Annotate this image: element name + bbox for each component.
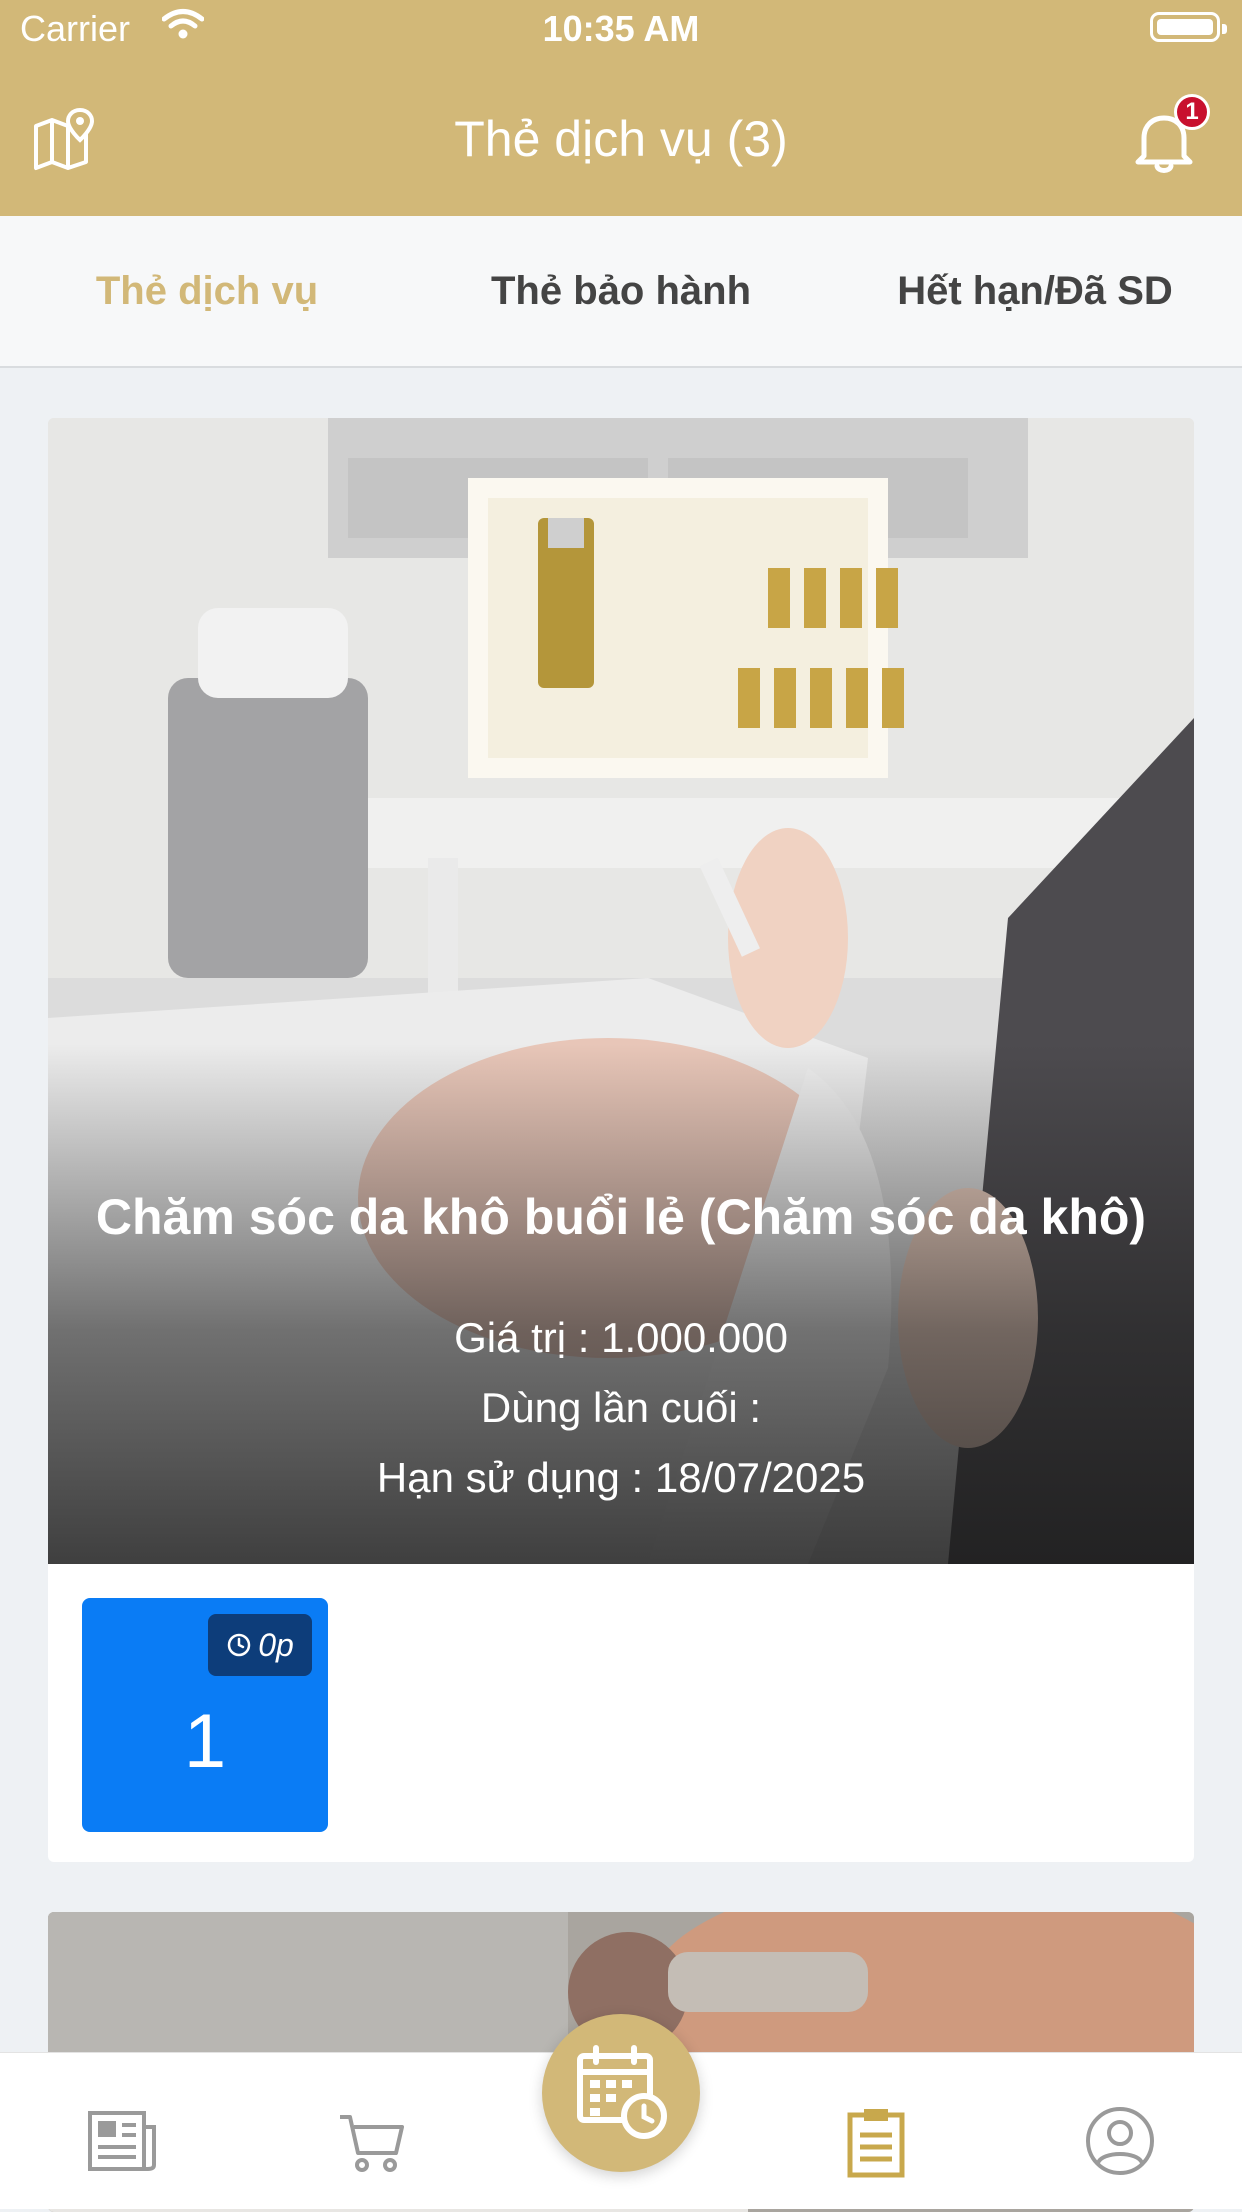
status-time: 10:35 AM [542, 8, 700, 49]
notification-badge: 1 [1174, 94, 1210, 130]
service-value: Giá trị : 1.000.000 [454, 1314, 788, 1361]
nav-news[interactable] [84, 2103, 160, 2179]
clipboard-icon [847, 2109, 905, 2178]
session-tile[interactable]: 0p 1 [82, 1598, 328, 1832]
nav-profile[interactable] [1082, 2103, 1158, 2179]
cart-icon [340, 2115, 404, 2172]
service-last-used: Dùng lần cuối : [480, 1384, 762, 1431]
tab-service-cards[interactable]: Thẻ dịch vụ [0, 216, 414, 366]
profile-icon [1086, 2107, 1154, 2175]
news-icon [88, 2111, 156, 2171]
tab-expired-used[interactable]: Hết hạn/Đã SD [828, 216, 1242, 366]
tab-warranty-cards[interactable]: Thẻ bảo hành [414, 216, 828, 366]
battery-icon [1150, 12, 1227, 42]
nav-service-cards[interactable] [838, 2103, 914, 2179]
service-card[interactable]: Chăm sóc da khô buổi lẻ (Chăm sóc da khô… [48, 418, 1194, 1862]
session-duration-chip: 0p [208, 1614, 312, 1676]
session-count: 1 [183, 1699, 227, 1784]
service-expiry: Hạn sử dụng : 18/07/2025 [376, 1454, 866, 1501]
app-header: Carrier 10:35 AM Thẻ dịch vụ (3) 1 [0, 0, 1242, 216]
service-photo: Chăm sóc da khô buổi lẻ (Chăm sóc da khô… [48, 418, 1194, 1564]
status-bar: Carrier 10:35 AM [0, 0, 1242, 60]
service-name: Chăm sóc da khô buổi lẻ (Chăm sóc da khô… [95, 1189, 1147, 1245]
clock-icon [227, 1633, 251, 1657]
session-duration: 0p [258, 1626, 294, 1663]
notification-button[interactable]: 1 [1124, 94, 1210, 180]
page-title: Thẻ dịch vụ (3) [454, 111, 788, 167]
nav-cart[interactable] [334, 2103, 410, 2179]
tab-bar: Thẻ dịch vụ Thẻ bảo hành Hết hạn/Đã SD [0, 216, 1242, 368]
calendar-clock-icon [577, 2045, 667, 2139]
booking-button[interactable] [542, 2014, 700, 2172]
